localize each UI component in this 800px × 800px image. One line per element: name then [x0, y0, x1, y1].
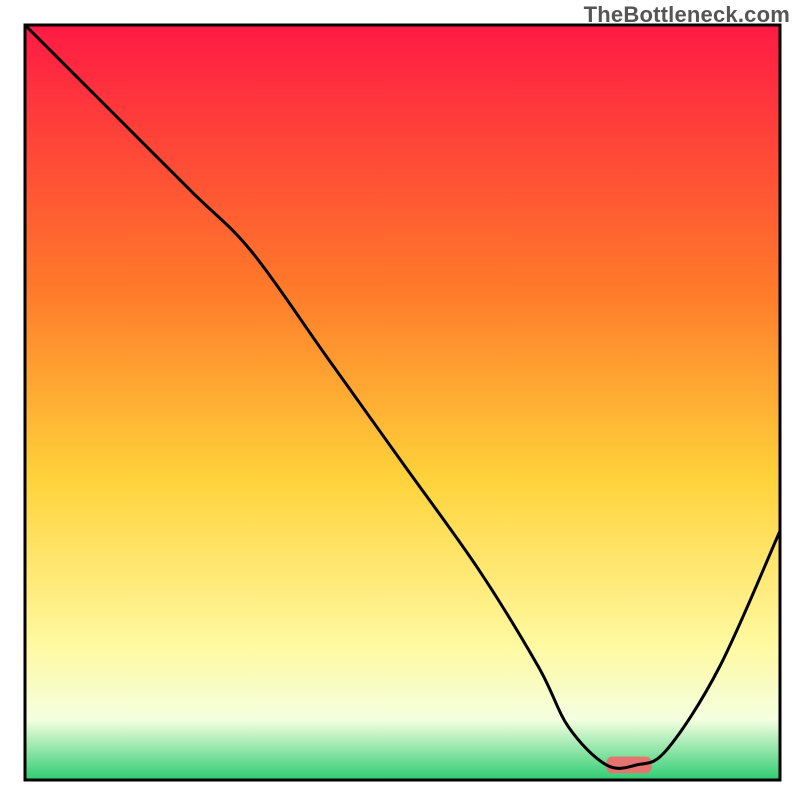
bottleneck-chart	[0, 0, 800, 800]
chart-container: { "watermark": "TheBottleneck.com", "cha…	[0, 0, 800, 800]
